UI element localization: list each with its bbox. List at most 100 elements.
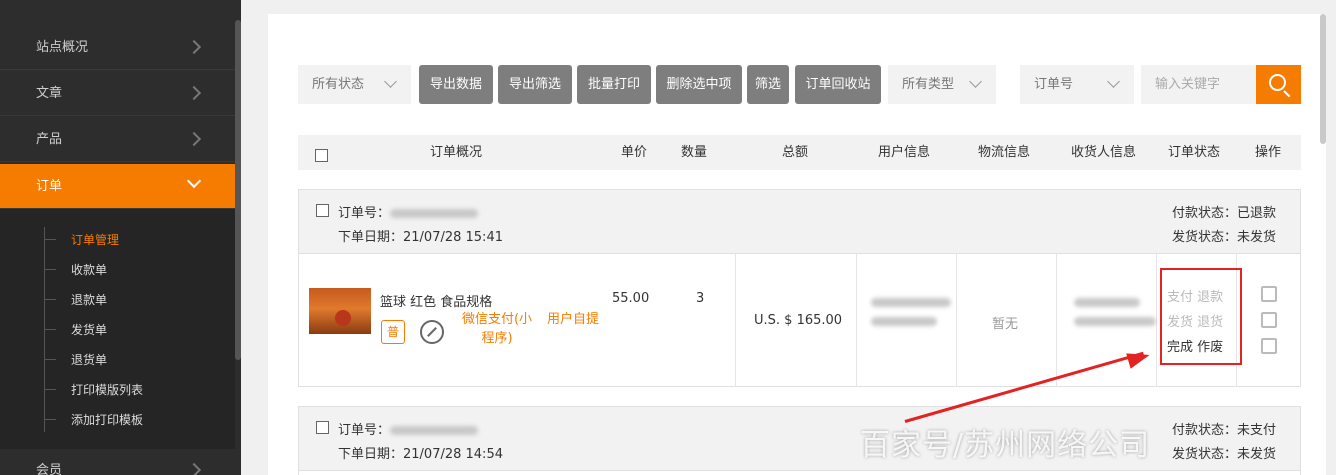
subnav-item-shipments[interactable]: 发货单: [43, 321, 107, 338]
redacted-order-number: [390, 426, 479, 435]
export-data-button[interactable]: 导出数据: [419, 65, 493, 104]
print-icon[interactable]: [1261, 312, 1277, 328]
cell-divider: [735, 254, 736, 386]
cell-divider: [1056, 254, 1057, 386]
col-user-info: 用户信息: [878, 145, 931, 160]
sidebar-scrollbar[interactable]: [235, 20, 241, 360]
col-order-status: 订单状态: [1168, 145, 1221, 160]
col-unit-price: 单价: [621, 145, 648, 160]
cell-divider: [1156, 254, 1157, 386]
product-name[interactable]: 篮球 红色 食品规格: [380, 291, 492, 310]
col-actions: 操作: [1255, 145, 1282, 160]
order-card: 订单号： 下单日期：21/07/28 14:54 付款状态：未支付 发货状态：未…: [298, 406, 1301, 475]
search-field-value: 订单号: [1034, 77, 1074, 92]
redacted-consignee-phone: [1074, 317, 1156, 326]
unit-price: 55.00: [612, 291, 650, 306]
search-button[interactable]: [1256, 65, 1301, 104]
batch-print-button[interactable]: 批量打印: [577, 65, 651, 104]
sidebar-item-articles[interactable]: 文章: [0, 72, 235, 116]
select-all-checkbox[interactable]: [315, 149, 328, 162]
link-icon: [420, 320, 444, 344]
order-total: U.S. $ 165.00: [754, 313, 843, 328]
delete-selected-button[interactable]: 删除选中项: [656, 65, 742, 104]
redacted-user-name: [871, 317, 937, 326]
shipping-status: 发货状态：未发货: [1172, 447, 1277, 462]
order-number: 订单号：: [338, 202, 479, 221]
type-select-value: 所有类型: [902, 77, 955, 92]
main-panel: 所有状态 导出数据 导出筛选 批量打印 删除选中项 筛选 订单回收站 所有类型 …: [268, 14, 1326, 475]
quantity: 3: [696, 291, 705, 306]
search-icon: [1269, 74, 1286, 91]
chevron-down-icon: [969, 75, 982, 88]
order-type-tag: 普: [381, 320, 405, 344]
col-quantity: 数量: [681, 145, 708, 160]
subnav-item-add-print-template[interactable]: 添加打印模板: [43, 411, 143, 428]
chevron-right-icon: [186, 131, 202, 147]
chevron-right-icon: [186, 462, 202, 475]
redacted-order-number: [390, 209, 479, 218]
order-checkbox[interactable]: [316, 421, 329, 434]
order-date: 下单日期：21/07/28 15:41: [338, 230, 503, 245]
subnav-item-refunds[interactable]: 退款单: [43, 291, 107, 308]
chevron-down-icon: [1107, 75, 1120, 88]
search-field-select[interactable]: 订单号: [1020, 65, 1134, 104]
sidebar-item-products[interactable]: 产品: [0, 118, 235, 162]
chevron-right-icon: [186, 39, 202, 55]
order-number: 订单号：: [338, 419, 479, 438]
col-consignee: 收货人信息: [1071, 145, 1137, 160]
watermark: 百家号/苏州网络公司: [860, 428, 1151, 463]
edit-icon[interactable]: [1261, 286, 1277, 302]
search-input[interactable]: 输入关键字: [1141, 65, 1256, 104]
status-select[interactable]: 所有状态: [298, 65, 411, 104]
order-number-label: 订单号：: [338, 423, 391, 438]
status-select-value: 所有状态: [312, 77, 365, 92]
table-header: 订单概况 单价 数量 总额 用户信息 物流信息 收货人信息 订单状态 操作: [298, 135, 1301, 170]
order-card: 订单号： 下单日期：21/07/28 15:41 付款状态：已退款 发货状态：未…: [298, 189, 1301, 387]
order-date: 下单日期：21/07/28 14:54: [338, 447, 503, 462]
clipboard-icon[interactable]: [1261, 338, 1277, 354]
chevron-down-icon: [186, 173, 202, 189]
subnav-item-receipts[interactable]: 收款单: [43, 261, 107, 278]
consignee-info: [1074, 298, 1156, 326]
subnav-item-order-management[interactable]: 订单管理: [43, 231, 119, 248]
sidebar: 站点概况 文章 产品 订单 订单管理 收款单 退款单 发货单 退货单 打印模版列…: [0, 0, 241, 475]
payment-method: 微信支付(小程序): [461, 312, 533, 346]
order-header: 订单号： 下单日期：21/07/28 15:41 付款状态：已退款 发货状态：未…: [299, 190, 1300, 254]
sidebar-item-members[interactable]: 会员: [0, 449, 235, 475]
logistics-info: 暂无: [992, 317, 1019, 332]
sidebar-item-orders[interactable]: 订单: [0, 164, 235, 209]
sidebar-item-label: 会员: [36, 463, 63, 475]
col-total: 总额: [782, 145, 809, 160]
sidebar-item-label: 产品: [36, 132, 63, 147]
main-scrollbar[interactable]: [1320, 14, 1326, 144]
sidebar-item-label: 文章: [36, 86, 63, 101]
subnav-item-returns[interactable]: 退货单: [43, 351, 107, 368]
order-checkbox[interactable]: [316, 204, 329, 217]
basketball-image: [335, 310, 351, 326]
order-number-label: 订单号：: [338, 206, 391, 221]
user-info: [871, 298, 951, 326]
sidebar-item-label: 站点概况: [36, 40, 89, 55]
sidebar-item-overview[interactable]: 站点概况: [0, 26, 235, 70]
col-logistics: 物流信息: [978, 145, 1031, 160]
orders-subnav: 订单管理 收款单 退款单 发货单 退货单 打印模版列表 添加打印模板: [0, 209, 235, 449]
product-thumbnail[interactable]: [309, 288, 371, 334]
search-icon-handle: [1283, 90, 1291, 98]
payment-status: 付款状态：未支付: [1172, 423, 1277, 438]
chevron-right-icon: [186, 85, 202, 101]
chevron-down-icon: [384, 75, 397, 88]
redacted-consignee-name: [1074, 298, 1140, 307]
col-order-overview: 订单概况: [430, 145, 483, 160]
type-select[interactable]: 所有类型: [888, 65, 996, 104]
filter-button[interactable]: 筛选: [747, 65, 789, 104]
export-filtered-button[interactable]: 导出筛选: [498, 65, 572, 104]
payment-status: 付款状态：已退款: [1172, 206, 1277, 221]
cell-divider: [956, 254, 957, 386]
subnav-item-print-templates[interactable]: 打印模版列表: [43, 381, 143, 398]
cell-divider: [856, 254, 857, 386]
search-placeholder: 输入关键字: [1155, 77, 1221, 92]
shipping-status: 发货状态：未发货: [1172, 230, 1277, 245]
order-recycle-bin-button[interactable]: 订单回收站: [795, 65, 881, 104]
sidebar-item-label: 订单: [36, 179, 63, 194]
highlight-box: [1160, 268, 1242, 365]
